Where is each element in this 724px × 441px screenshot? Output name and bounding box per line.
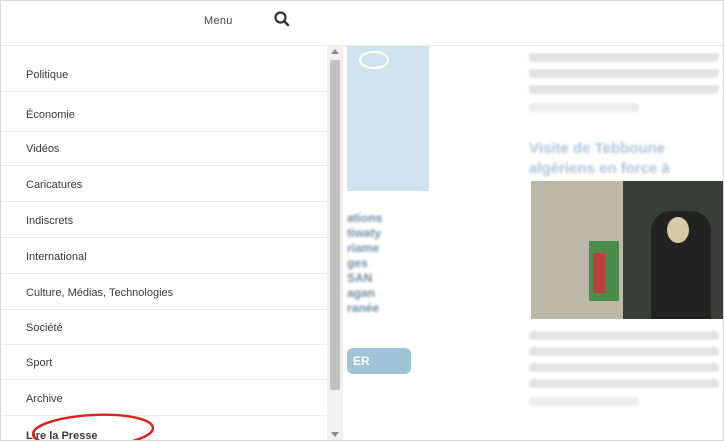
article-text-line [529,363,719,372]
ad-line: ations [347,211,383,225]
search-icon[interactable] [273,10,291,28]
article-text-line [529,85,719,94]
menu-item-label: Politique [26,69,69,81]
side-menu: Politique Économie Vidéos Caricatures In… [1,46,327,440]
ad-line: SAN [347,271,373,285]
menu-item-archive[interactable]: Archive [1,382,327,416]
menu-item-label: Culture, Médias, Technologies [26,287,174,299]
article-text-line [529,331,719,340]
scroll-up-arrow-icon[interactable] [331,49,339,54]
scrollbar-thumb[interactable] [330,60,340,390]
article-title[interactable]: Visite de Tebboune algériens en force à [529,139,670,179]
ad-line: ges [347,256,368,270]
menu-label[interactable]: Menu [204,15,233,27]
menu-item-caricatures[interactable]: Caricatures [1,168,327,202]
ad-line: agan [347,286,376,300]
article-text-line [529,53,719,62]
article-image[interactable] [531,181,723,319]
menu-item-label: Vidéos [26,143,60,155]
scroll-down-arrow-icon[interactable] [331,432,339,437]
menu-item-economie[interactable]: Économie [1,98,327,132]
menu-item-label: International [26,251,87,263]
article-meta-line [529,397,639,406]
ad-logo [359,51,389,69]
browser-viewport: ations tiwaty riame ges SAN agan ranée E… [0,0,724,441]
flag-shape [593,253,605,293]
advertisement-banner[interactable] [347,45,429,191]
menu-item-label: Archive [26,393,63,405]
article-text-line [529,347,719,356]
top-header: Menu [1,1,723,46]
menu-item-indiscrets[interactable]: Indiscrets [1,204,327,238]
ad-line: ranée [347,301,380,315]
ad-line: tiwaty [347,226,382,240]
article-meta-line [529,103,639,112]
ad-text-block: ations tiwaty riame ges SAN agan ranée [347,211,427,316]
menu-scrollbar[interactable] [327,46,343,440]
menu-item-label: Économie [26,109,75,121]
menu-item-culture-medias-technologies[interactable]: Culture, Médias, Technologies [1,276,327,310]
menu-item-videos[interactable]: Vidéos [1,132,327,166]
menu-item-lire-la-presse[interactable]: Lire la Presse [1,419,327,441]
ad-button[interactable]: ER [347,348,411,374]
menu-item-politique[interactable]: Politique [1,58,327,92]
article-text-line [529,379,719,388]
menu-item-label: Caricatures [26,179,83,191]
menu-item-label: Lire la Presse [26,430,98,441]
ad-line: riame [347,241,380,255]
menu-item-societe[interactable]: Société [1,311,327,345]
menu-item-label: Sport [26,357,53,369]
article-title-line: Visite de Tebboune [529,140,666,157]
menu-item-international[interactable]: International [1,240,327,274]
menu-item-label: Indiscrets [26,215,74,227]
menu-item-sport[interactable]: Sport [1,346,327,380]
article-title-line: algériens en force à [529,160,670,177]
menu-item-label: Société [26,322,63,334]
person-face [667,217,689,243]
article-text-line [529,69,719,78]
